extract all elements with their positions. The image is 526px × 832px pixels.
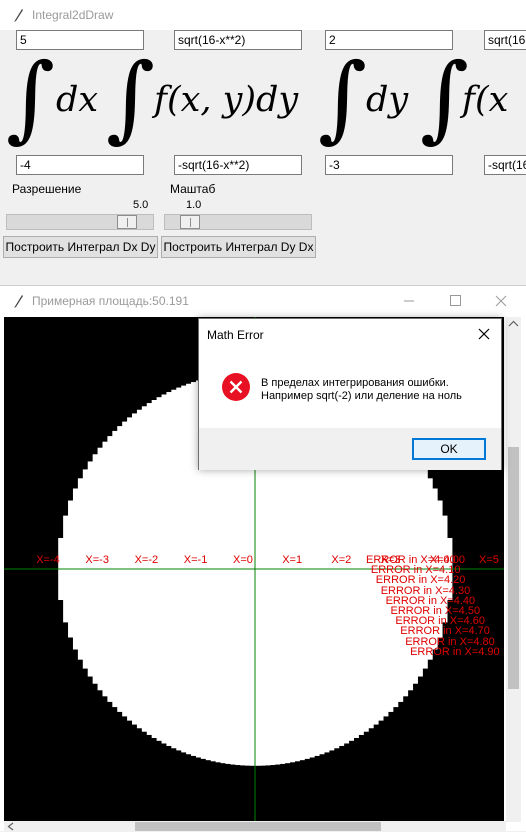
ok-button[interactable]: OK [412,438,486,460]
plot-window-title: Примерная площадь:50.191 [32,294,189,308]
dx-lower-limit-field[interactable]: -4 [16,155,144,175]
horizontal-scrollbar[interactable] [4,821,506,832]
formula-dx: dx [56,80,99,120]
close-icon[interactable] [478,286,524,316]
vertical-scrollbar[interactable] [506,317,521,822]
integral-sign-1: ∫ [6,44,55,153]
resolution-label: Разрешение [12,182,82,196]
feather-icon [14,9,23,22]
dialog-message-line-2: Например sqrt(-2) или деление на ноль [261,390,462,402]
scale-slider-handle[interactable] [180,215,200,229]
scroll-left-icon[interactable] [7,822,15,831]
dx-inner-upper-limit-field[interactable]: sqrt(16-x**2) [484,30,526,50]
vertical-scroll-thumb[interactable] [508,447,519,689]
scale-value: 1.0 [186,199,202,211]
main-window-title: Integral2dDraw [32,8,114,22]
build-integral-dydx-button[interactable]: Построить Интеграл Dy Dx [161,236,316,258]
dy-upper-limit-field[interactable]: sqrt(16-x**2) [174,30,302,50]
dialog-message: В пределах интегрирования ошибки. Наприм… [261,377,462,403]
maximize-icon[interactable] [432,286,478,316]
plot-titlebar: Примерная площадь:50.191 [0,286,526,316]
formula-f-partial: f(x [462,80,509,120]
dialog-message-line-1: В пределах интегрирования ошибки. [261,377,449,389]
math-error-dialog: Math Error В пределах интегрирования оши… [198,318,502,470]
dialog-close-icon[interactable] [475,325,493,343]
integral-formula: ∫ dx ∫ f(x, y)dy ∫ dy ∫ f(x [0,50,526,154]
build-integral-dxdy-button[interactable]: Построить Интеграл Dx Dy [3,236,158,258]
resolution-value: 5.0 [133,199,149,211]
formula-fxy-dy: f(x, y)dy [154,80,299,120]
horizontal-scroll-thumb[interactable] [135,822,381,831]
integral-sign-2: ∫ [106,44,155,153]
feather-icon [14,295,23,308]
scroll-up-icon[interactable] [508,320,519,328]
dy-outer-lower-limit-field[interactable]: -3 [325,155,453,175]
scale-label: Маштаб [170,182,216,196]
main-titlebar: Integral2dDraw [0,0,526,30]
dy-lower-limit-field[interactable]: -sqrt(16-x**2) [174,155,302,175]
resolution-slider-handle[interactable] [117,215,137,229]
dialog-footer: OK [199,428,501,470]
minimize-icon[interactable] [386,286,432,316]
resolution-slider[interactable] [6,214,154,230]
scale-slider[interactable] [164,214,312,230]
formula-dy: dy [366,80,409,120]
error-icon [222,373,250,401]
error-label: ERROR in X=4.90 [410,645,500,658]
integral-sign-3: ∫ [318,44,367,153]
dx-inner-lower-limit-field[interactable]: -sqrt(16-x**2) [484,155,526,175]
dialog-title: Math Error [207,328,264,342]
main-window: Integral2dDraw 5 sqrt(16-x**2) 2 sqrt(16… [0,0,526,281]
